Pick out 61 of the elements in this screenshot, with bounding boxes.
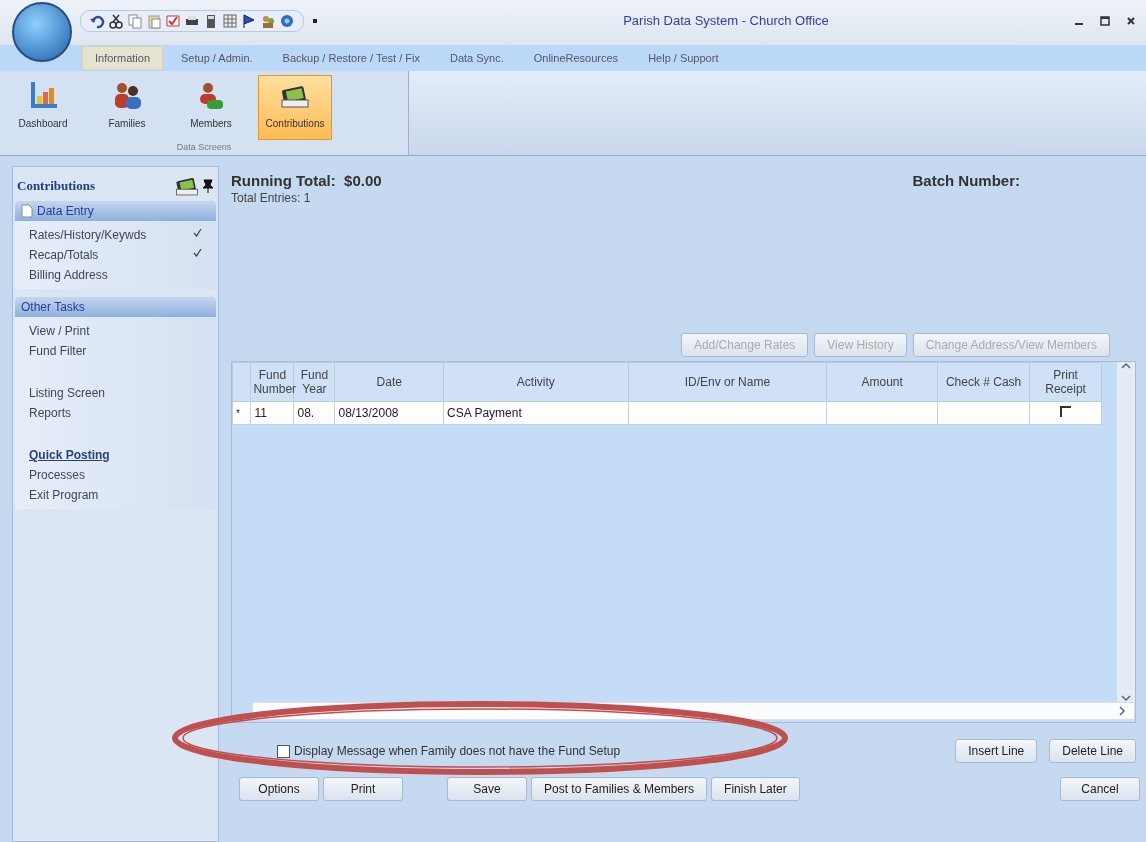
- column-header[interactable]: Amount: [826, 362, 938, 402]
- window-title: Parish Data System - Church Office: [622, 13, 830, 28]
- ribbon-tab[interactable]: OnlineResources: [521, 47, 631, 69]
- column-header[interactable]: Date: [334, 362, 444, 402]
- ribbon-button[interactable]: Dashboard: [6, 75, 80, 140]
- task-link[interactable]: Rates/History/Keywds: [15, 225, 216, 245]
- checkbox-label: Display Message when Family does not have the Fund Setup: [294, 744, 621, 758]
- row-marker: *: [232, 401, 251, 425]
- scroll-up-icon[interactable]: [1121, 362, 1131, 370]
- total-entries: Total Entries: 1: [231, 190, 312, 207]
- task-link[interactable]: View / Print: [15, 321, 216, 341]
- maximize-icon[interactable]: [1100, 15, 1110, 26]
- footer-button[interactable]: Finish Later: [711, 777, 800, 801]
- column-header[interactable]: Fund Number: [250, 362, 294, 402]
- ribbon-button[interactable]: Members: [174, 75, 248, 140]
- ribbon-tab[interactable]: Data Sync.: [437, 47, 516, 69]
- footer-button[interactable]: Post to Families & Members: [531, 777, 708, 801]
- line-button[interactable]: Delete Line: [1049, 739, 1136, 763]
- section-header[interactable]: Data Entry: [15, 201, 216, 221]
- pane-title: Contributions: [17, 178, 97, 194]
- caret-icon[interactable]: [312, 17, 318, 24]
- running-total: Running Total: $0.00: [231, 172, 382, 189]
- footer-button[interactable]: Options: [239, 777, 319, 801]
- help-icon[interactable]: [279, 12, 295, 29]
- batch-number-label: Batch Number:: [912, 172, 1020, 189]
- column-header[interactable]: Check # Cash: [937, 362, 1030, 402]
- ribbon-tab[interactable]: Information: [82, 46, 164, 70]
- task-link[interactable]: Recap/Totals: [15, 245, 216, 265]
- vertical-scrollbar[interactable]: [1117, 362, 1135, 702]
- ribbon-button[interactable]: Contributions: [258, 75, 332, 140]
- document-icon: [21, 204, 33, 218]
- footer-button[interactable]: Cancel: [1060, 777, 1140, 801]
- column-header[interactable]: Activity: [443, 362, 629, 402]
- ribbon-tab[interactable]: Backup / Restore / Test / Fix: [270, 47, 432, 69]
- section-header[interactable]: Other Tasks: [15, 297, 216, 317]
- task-link[interactable]: Quick Posting: [15, 445, 216, 465]
- task-link[interactable]: Billing Address: [15, 265, 216, 285]
- check-icon[interactable]: [165, 12, 181, 29]
- ribbon-tab[interactable]: Help / Support: [636, 47, 731, 69]
- table-cell[interactable]: CSA Payment: [443, 401, 629, 425]
- column-header[interactable]: ID/Env or Name: [628, 362, 827, 402]
- checkbox[interactable]: [277, 744, 290, 758]
- receipt-checkbox[interactable]: [1060, 406, 1072, 417]
- task-link[interactable]: Exit Program: [15, 485, 216, 505]
- line-button[interactable]: Insert Line: [955, 739, 1038, 763]
- task-link[interactable]: Processes: [15, 465, 216, 485]
- scroll-right-icon[interactable]: [1118, 706, 1126, 716]
- task-link[interactable]: Listing Screen: [15, 383, 216, 403]
- ribbon-tab[interactable]: Setup / Admin.: [169, 47, 265, 69]
- flag-icon[interactable]: [241, 12, 257, 29]
- task-link[interactable]: Reports: [15, 403, 216, 423]
- task-link[interactable]: Fund Filter: [15, 341, 216, 361]
- scroll-down-icon[interactable]: [1121, 694, 1131, 702]
- column-header[interactable]: Print Receipt: [1029, 362, 1102, 402]
- footer-button[interactable]: Save: [447, 777, 527, 801]
- group-label: Data Screens: [175, 141, 233, 154]
- close-icon[interactable]: [1126, 15, 1136, 26]
- pin-icon[interactable]: [202, 179, 214, 193]
- footer-button[interactable]: Print: [323, 777, 403, 801]
- ribbon-button[interactable]: Families: [90, 75, 164, 140]
- cut-icon[interactable]: [108, 12, 124, 29]
